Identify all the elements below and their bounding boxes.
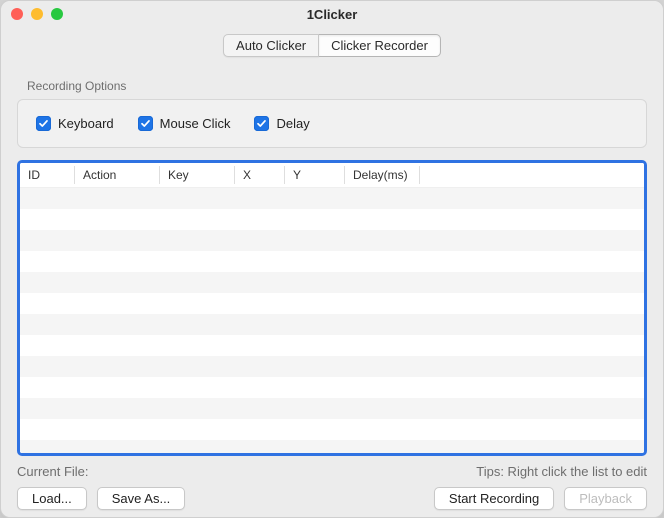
minimize-icon[interactable] [31,8,43,20]
table-row[interactable] [20,440,644,457]
table-row[interactable] [20,272,644,293]
checkbox-checked-icon [138,116,153,131]
tips-label: Tips: Right click the list to edit [476,464,647,479]
checkbox-delay[interactable]: Delay [254,116,309,131]
table-row[interactable] [20,419,644,440]
current-file-label: Current File: [17,464,89,479]
zoom-icon[interactable] [51,8,63,20]
table-row[interactable] [20,335,644,356]
table-row[interactable] [20,188,644,209]
table-row[interactable] [20,230,644,251]
col-y[interactable]: Y [285,163,345,188]
table-row[interactable] [20,398,644,419]
tabbar: Auto Clicker Clicker Recorder [1,34,663,57]
playback-button: Playback [564,487,647,510]
content: Recording Options Keyboard Mouse Click D… [1,57,663,456]
checkbox-mouse-click[interactable]: Mouse Click [138,116,231,131]
checkbox-label: Mouse Click [160,116,231,131]
checkbox-label: Delay [276,116,309,131]
buttons-row: Load... Save As... Start Recording Playb… [1,479,663,518]
table-row[interactable] [20,251,644,272]
start-recording-button[interactable]: Start Recording [434,487,554,510]
recording-options-label: Recording Options [27,79,647,93]
checkbox-keyboard[interactable]: Keyboard [36,116,114,131]
titlebar: 1Clicker [1,1,663,29]
close-icon[interactable] [11,8,23,20]
col-x[interactable]: X [235,163,285,188]
app-window: 1Clicker Auto Clicker Clicker Recorder R… [0,0,664,518]
table-row[interactable] [20,314,644,335]
actions-table[interactable]: ID Action Key X Y Delay(ms) [17,160,647,456]
recording-options-panel: Keyboard Mouse Click Delay [17,99,647,148]
tab-auto-clicker[interactable]: Auto Clicker [223,34,319,57]
checkbox-checked-icon [36,116,51,131]
footer: Current File: Tips: Right click the list… [1,456,663,479]
left-buttons: Load... Save As... [17,487,185,510]
tab-clicker-recorder[interactable]: Clicker Recorder [319,34,441,57]
checkbox-checked-icon [254,116,269,131]
col-action[interactable]: Action [75,163,160,188]
table-row[interactable] [20,356,644,377]
window-title: 1Clicker [307,7,358,22]
tab-segmented-control: Auto Clicker Clicker Recorder [223,34,441,57]
table-row[interactable] [20,377,644,398]
col-key[interactable]: Key [160,163,235,188]
window-controls [11,8,63,20]
table-body[interactable] [20,188,644,457]
table-header: ID Action Key X Y Delay(ms) [20,163,644,188]
table-row[interactable] [20,209,644,230]
table-row[interactable] [20,293,644,314]
col-delay[interactable]: Delay(ms) [345,163,420,188]
right-buttons: Start Recording Playback [434,487,647,510]
save-as-button[interactable]: Save As... [97,487,186,510]
checkbox-label: Keyboard [58,116,114,131]
load-button[interactable]: Load... [17,487,87,510]
col-id[interactable]: ID [20,163,75,188]
col-spacer [420,163,644,188]
